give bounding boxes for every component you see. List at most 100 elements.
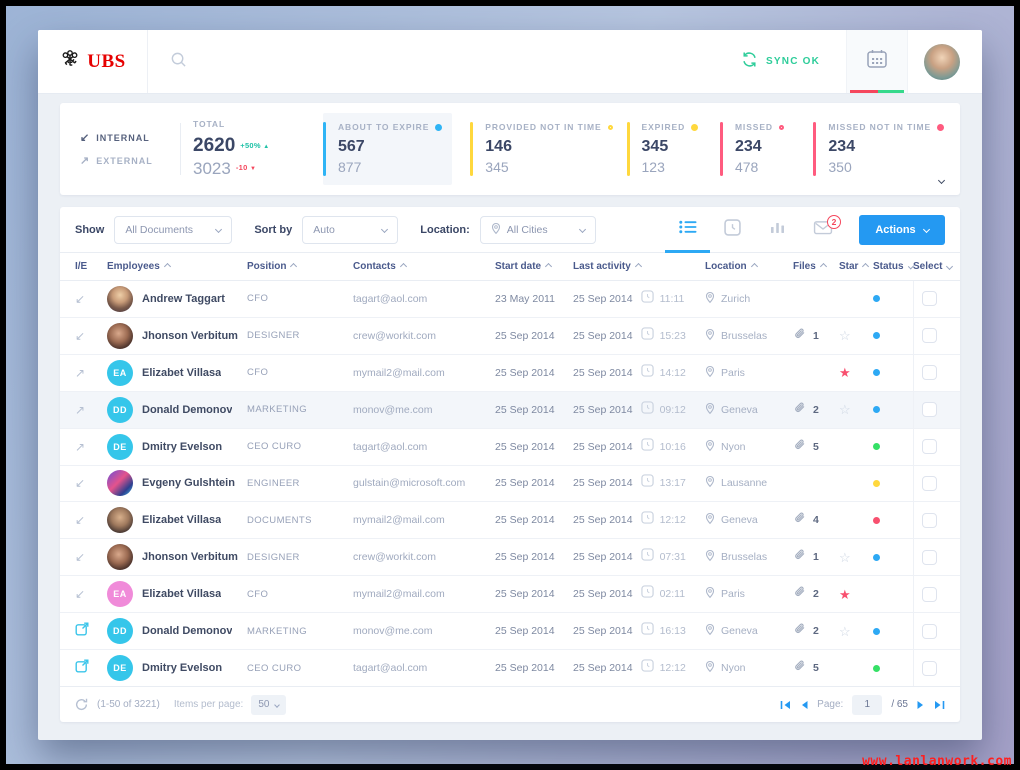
timeline-view-button[interactable]: [710, 207, 755, 252]
search-button[interactable]: [170, 51, 187, 73]
employee-cell[interactable]: DD Donald Demonov: [107, 392, 247, 428]
prev-page-button[interactable]: [800, 700, 808, 710]
next-page-button[interactable]: [917, 700, 925, 710]
table-row[interactable]: ↗ DD Donald Demonov MARKETING monov@me.com 25…: [60, 391, 960, 429]
star-cell[interactable]: [839, 281, 873, 317]
documents-select[interactable]: All Documents: [114, 215, 233, 244]
employee-cell[interactable]: DE Dmitry Evelson: [107, 650, 247, 686]
column-header[interactable]: Status: [873, 261, 915, 272]
star-cell[interactable]: [839, 650, 873, 686]
row-checkbox[interactable]: [922, 475, 937, 491]
select-cell[interactable]: [913, 576, 945, 613]
select-cell[interactable]: [913, 428, 945, 465]
star-cell[interactable]: ☆: [839, 539, 873, 575]
table-row[interactable]: ↙ Jhonson Verbitum DESIGNER crew@workit.com…: [60, 317, 960, 355]
row-checkbox[interactable]: [922, 365, 937, 381]
row-checkbox[interactable]: [922, 660, 937, 676]
external-link-icon[interactable]: [75, 622, 89, 641]
select-cell[interactable]: [913, 317, 945, 354]
stat-card[interactable]: MISSED NOT IN TIME 234 350: [813, 113, 945, 185]
employee-cell[interactable]: Elizabet Villasa: [107, 502, 247, 538]
column-header[interactable]: I/E: [75, 261, 107, 272]
star-icon[interactable]: ★: [839, 588, 851, 601]
column-header[interactable]: Last activity: [573, 261, 705, 272]
stat-card[interactable]: ABOUT TO EXPIRE 567 877: [323, 113, 453, 185]
column-header[interactable]: Position: [247, 261, 353, 272]
table-row[interactable]: ↗ DE Dmitry Evelson CEO CURO tagart@aol.com 2…: [60, 428, 960, 466]
select-cell[interactable]: [913, 650, 945, 686]
user-avatar[interactable]: [924, 43, 960, 80]
files-cell[interactable]: 5: [793, 429, 839, 465]
column-header[interactable]: Location: [705, 261, 793, 272]
employee-cell[interactable]: Evgeny Gulshtein: [107, 466, 247, 502]
files-cell[interactable]: 4: [793, 502, 839, 538]
star-cell[interactable]: ★: [839, 576, 873, 612]
star-cell[interactable]: [839, 502, 873, 538]
sync-status[interactable]: SYNC OK: [741, 51, 820, 73]
files-cell[interactable]: 2: [793, 392, 839, 428]
sort-select[interactable]: Auto: [302, 215, 399, 244]
external-filter[interactable]: ↗ EXTERNAL: [80, 154, 168, 167]
row-checkbox[interactable]: [922, 291, 937, 307]
select-cell[interactable]: [913, 539, 945, 576]
table-row[interactable]: ↙ Evgeny Gulshtein ENGINEER gulstain@micros…: [60, 465, 960, 503]
row-checkbox[interactable]: [922, 512, 937, 528]
column-header[interactable]: Select: [913, 261, 954, 272]
star-icon[interactable]: ☆: [839, 403, 851, 416]
select-cell[interactable]: [913, 465, 945, 502]
row-checkbox[interactable]: [922, 586, 937, 602]
table-row[interactable]: ↙ Jhonson Verbitum DESIGNER crew@workit.com…: [60, 539, 960, 577]
table-row[interactable]: DD Donald Demonov MARKETING monov@me.com 25 …: [60, 613, 960, 651]
column-header[interactable]: Contacts: [353, 261, 495, 272]
star-cell[interactable]: ☆: [839, 318, 873, 354]
files-cell[interactable]: 2: [793, 613, 839, 649]
internal-filter[interactable]: ↙ INTERNAL: [80, 131, 168, 144]
files-cell[interactable]: 1: [793, 318, 839, 354]
column-header[interactable]: Employees: [107, 261, 247, 272]
select-cell[interactable]: [913, 281, 945, 317]
external-link-icon[interactable]: [75, 659, 89, 678]
row-checkbox[interactable]: [922, 549, 937, 565]
table-row[interactable]: ↙ EA Elizabet Villasa CFO mymail2@mail.com 25…: [60, 576, 960, 614]
chart-view-button[interactable]: [755, 207, 800, 252]
star-cell[interactable]: ★: [839, 355, 873, 391]
select-cell[interactable]: [913, 391, 945, 428]
star-cell[interactable]: ☆: [839, 392, 873, 428]
employee-cell[interactable]: DD Donald Demonov: [107, 613, 247, 649]
table-row[interactable]: ↗ EA Elizabet Villasa CFO mymail2@mail.com 25…: [60, 354, 960, 392]
location-select[interactable]: All Cities: [479, 215, 596, 244]
column-header[interactable]: Start date: [495, 261, 573, 272]
per-page-select[interactable]: 50: [251, 694, 287, 715]
column-header[interactable]: Files: [793, 261, 839, 272]
first-page-button[interactable]: [780, 700, 791, 710]
table-row[interactable]: DE Dmitry Evelson CEO CURO tagart@aol.com 25…: [60, 650, 960, 686]
files-cell[interactable]: [793, 355, 839, 391]
files-cell[interactable]: [793, 466, 839, 502]
employee-cell[interactable]: Jhonson Verbitum: [107, 539, 247, 575]
select-cell[interactable]: [913, 613, 945, 650]
star-cell[interactable]: ☆: [839, 613, 873, 649]
stat-card[interactable]: PROVIDED NOT IN TIME 146 345: [470, 113, 613, 185]
star-icon[interactable]: ★: [839, 366, 851, 379]
row-checkbox[interactable]: [922, 328, 937, 344]
mail-button[interactable]: 2: [800, 207, 845, 252]
row-checkbox[interactable]: [922, 623, 937, 639]
row-checkbox[interactable]: [922, 439, 937, 455]
stat-card[interactable]: EXPIRED 345 123: [626, 113, 706, 185]
star-cell[interactable]: [839, 429, 873, 465]
stats-expand-button[interactable]: [937, 170, 946, 188]
employee-cell[interactable]: Jhonson Verbitum: [107, 318, 247, 354]
star-cell[interactable]: [839, 466, 873, 502]
star-icon[interactable]: ☆: [839, 329, 851, 342]
select-cell[interactable]: [913, 502, 945, 539]
employee-cell[interactable]: EA Elizabet Villasa: [107, 355, 247, 391]
files-cell[interactable]: 2: [793, 576, 839, 612]
files-cell[interactable]: [793, 281, 839, 317]
employee-cell[interactable]: Andrew Taggart: [107, 281, 247, 317]
files-cell[interactable]: 1: [793, 539, 839, 575]
stat-card[interactable]: MISSED 234 478: [719, 113, 799, 185]
actions-button[interactable]: Actions: [859, 214, 945, 245]
list-view-button[interactable]: [665, 207, 710, 253]
star-icon[interactable]: ☆: [839, 625, 851, 638]
employee-cell[interactable]: EA Elizabet Villasa: [107, 576, 247, 612]
